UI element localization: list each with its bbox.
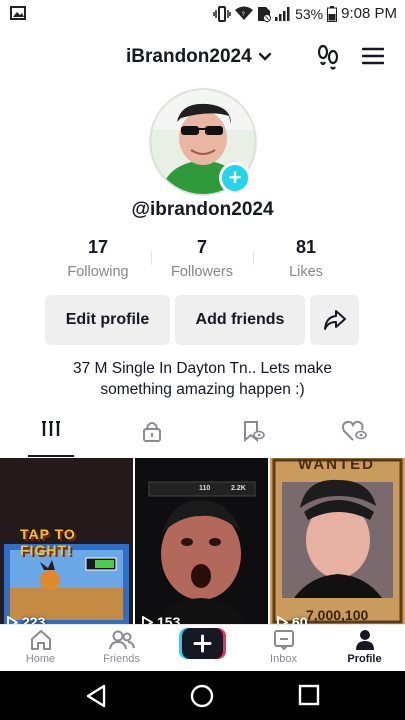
play-icon	[7, 615, 18, 624]
battery-icon	[327, 5, 338, 22]
nav-inbox[interactable]: Inbox	[243, 629, 324, 665]
play-icon	[142, 615, 153, 624]
stat-divider	[253, 251, 254, 265]
profile-icon	[355, 630, 374, 650]
video-thumbnail[interactable]: TAP TO FIGHT! 223	[0, 458, 133, 624]
add-story-button[interactable]: +	[219, 162, 251, 194]
clock: 9:08 PM	[341, 5, 397, 22]
system-navigation	[0, 671, 405, 720]
video-overlay-text: 7,000,100	[306, 607, 369, 623]
profile-header: iBrandon2024	[0, 38, 405, 76]
lock-icon	[143, 422, 161, 442]
video-grid: TAP TO FIGHT! 223 110 2.2K 153 WANTED 7,…	[0, 458, 405, 624]
saved-icon	[244, 421, 265, 442]
nav-label: Profile	[347, 653, 382, 665]
home-icon	[30, 630, 51, 650]
play-icon	[277, 615, 288, 624]
tab-private[interactable]	[115, 420, 189, 456]
video-overlay-text: 110	[199, 485, 211, 492]
tab-videos[interactable]	[14, 420, 88, 456]
profile-stats: 17 Following 7 Followers 81 Likes	[0, 237, 405, 285]
stat-label: Followers	[170, 264, 234, 280]
chevron-down-icon	[258, 52, 271, 61]
liked-icon	[342, 420, 367, 441]
content-tabs	[0, 420, 405, 458]
nav-profile[interactable]: Profile	[324, 629, 405, 665]
bottom-nav: Home Friends Inbox Profile	[0, 624, 405, 672]
bio-line: something amazing happen :)	[100, 381, 305, 398]
videos-grid-icon	[42, 421, 60, 436]
no-sim-icon	[257, 6, 272, 22]
stat-followers[interactable]: 7 Followers	[152, 237, 252, 280]
stat-following[interactable]: 17 Following	[48, 237, 148, 280]
video-thumbnail[interactable]: WANTED 7,000,100 60	[270, 458, 405, 624]
gallery-icon	[10, 6, 26, 25]
stat-likes[interactable]: 81 Likes	[256, 237, 356, 280]
view-count: 60	[276, 614, 308, 624]
stat-value: 7	[196, 237, 207, 257]
video-overlay-text: WANTED	[298, 458, 375, 473]
view-count-value: 223	[22, 614, 46, 624]
nav-label: Inbox	[270, 653, 297, 665]
friends-icon	[108, 630, 135, 650]
video-overlay-text: TAP TO FIGHT!	[20, 526, 76, 558]
video-thumbnail[interactable]: 110 2.2K 153	[135, 458, 268, 624]
stat-label: Following	[67, 264, 129, 280]
plus-icon	[179, 628, 226, 659]
vibrate-icon	[213, 5, 231, 22]
inbox-icon	[273, 630, 294, 651]
stat-value: 17	[87, 237, 109, 257]
view-count: 153	[141, 614, 180, 624]
profile-bio: 37 M Single In Dayton Tn.. Lets make som…	[30, 358, 375, 400]
wifi-icon: ?	[235, 6, 254, 21]
stat-value: 81	[295, 237, 317, 257]
video-overlay-text: 2.2K	[231, 485, 246, 492]
view-count-value: 60	[292, 614, 308, 624]
add-friends-button[interactable]: Add friends	[175, 295, 305, 345]
share-profile-button[interactable]	[310, 295, 359, 345]
status-bar: ? 53% 9:08 PM	[0, 0, 405, 28]
tab-liked[interactable]	[318, 420, 392, 456]
username-label: iBrandon2024	[126, 46, 252, 67]
menu-icon[interactable]	[361, 47, 385, 70]
share-icon	[323, 310, 346, 330]
active-tab-indicator	[28, 455, 74, 457]
edit-profile-button[interactable]: Edit profile	[45, 295, 170, 345]
profile-handle: @ibrandon2024	[131, 199, 274, 220]
nav-label: Home	[25, 653, 56, 665]
account-switcher[interactable]: iBrandon2024	[126, 46, 272, 68]
back-icon[interactable]	[85, 684, 107, 708]
nav-friends[interactable]: Friends	[81, 629, 162, 665]
footprints-icon[interactable]	[316, 44, 340, 75]
view-count-value: 153	[157, 614, 181, 624]
tab-saved[interactable]	[217, 420, 291, 456]
nav-label: Friends	[103, 653, 140, 665]
avatar[interactable]: +	[149, 88, 257, 196]
home-circle-icon[interactable]	[190, 684, 214, 708]
view-count: 223	[6, 614, 45, 624]
nav-home[interactable]: Home	[0, 629, 81, 665]
create-video-button[interactable]	[179, 628, 226, 659]
stat-label: Likes	[289, 264, 323, 280]
bio-line: 37 M Single In Dayton Tn.. Lets make	[72, 360, 333, 377]
recents-icon[interactable]	[298, 684, 320, 706]
signal-icon	[275, 6, 291, 21]
battery-percent: 53%	[295, 5, 324, 22]
